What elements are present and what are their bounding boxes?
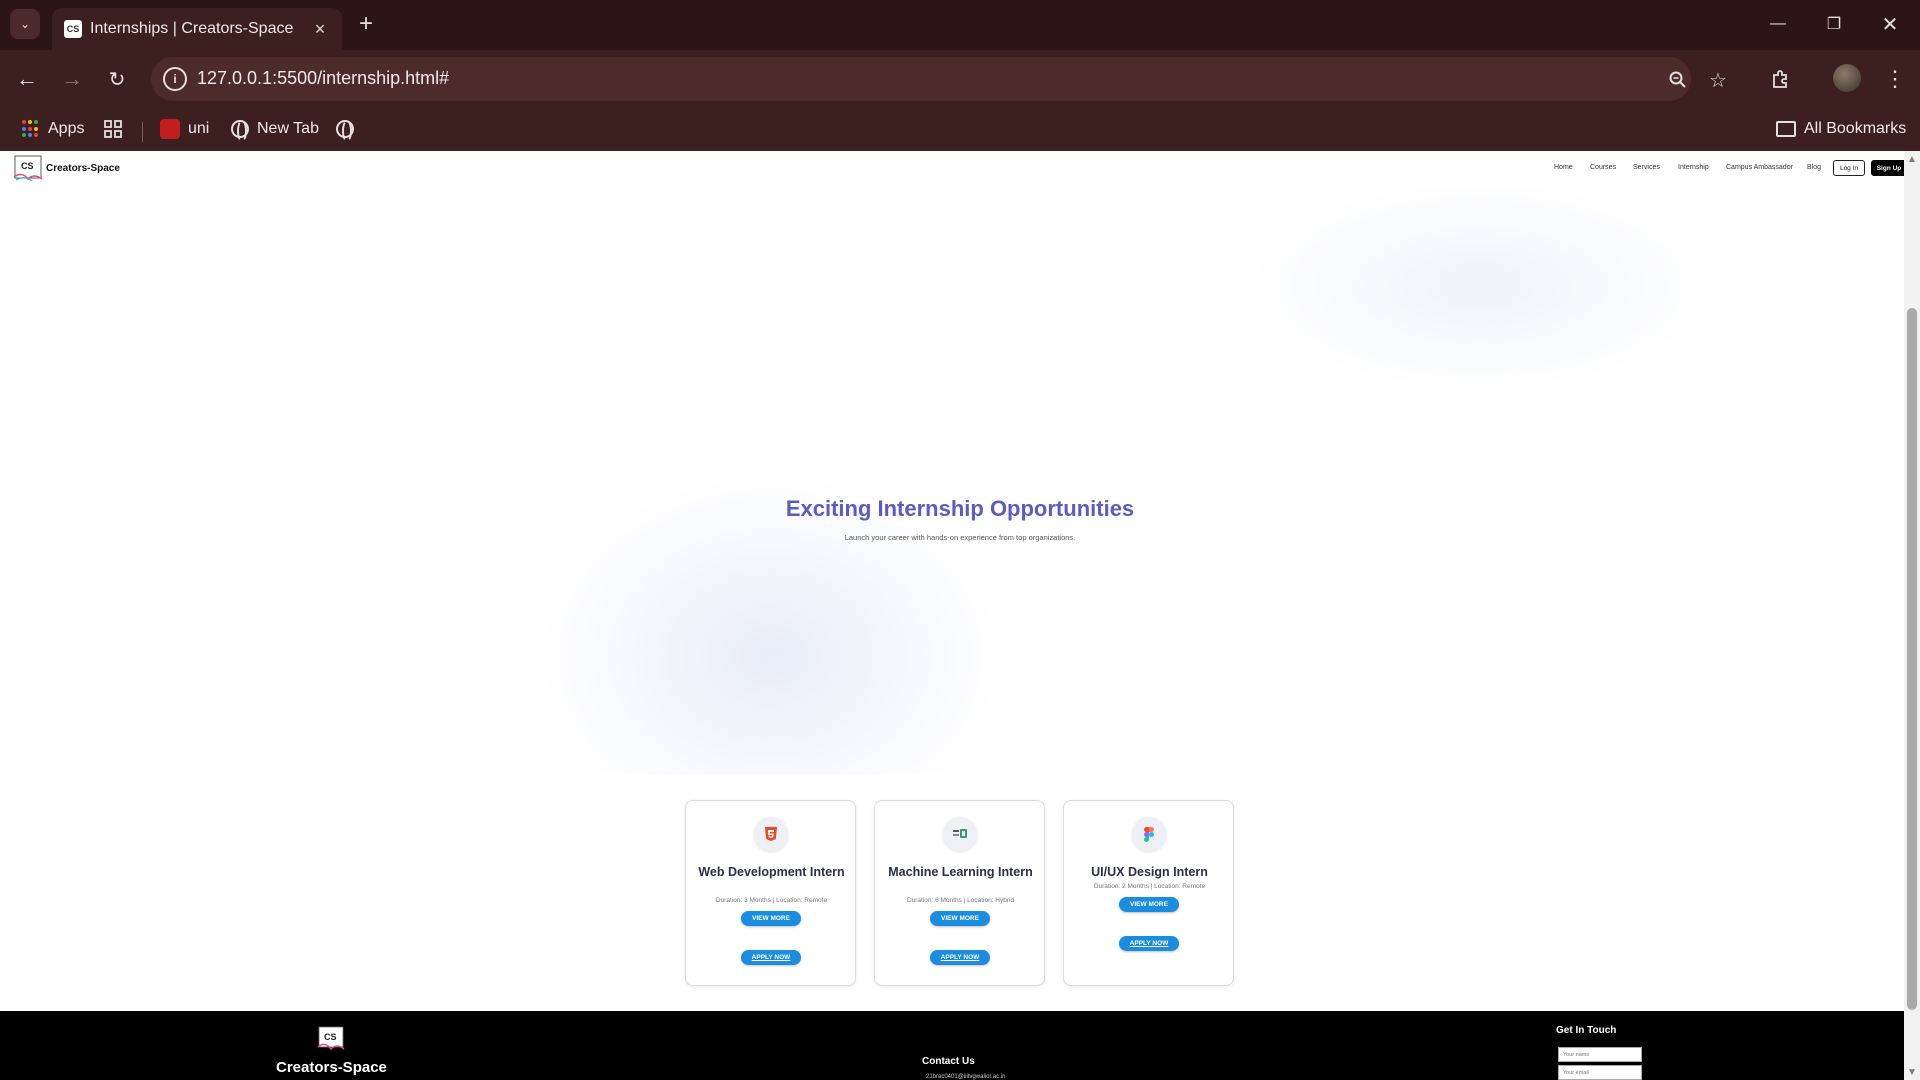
bookmarks-separator xyxy=(142,122,143,142)
internship-card-web-development: Web Development Intern Duration: 3 Month… xyxy=(685,800,856,986)
footer-logo-icon: CS xyxy=(317,1026,345,1051)
extensions-puzzle-icon[interactable] xyxy=(1766,64,1796,94)
card-title: Machine Learning Intern xyxy=(888,865,1033,879)
scroll-up-icon[interactable]: ▲ xyxy=(1906,153,1918,165)
bookmark-new-tab[interactable]: New Tab xyxy=(231,116,319,142)
footer-brand: Creators-Space xyxy=(276,1059,387,1076)
bookmark-uni-label: uni xyxy=(188,120,210,137)
profile-avatar[interactable] xyxy=(1833,64,1861,92)
view-more-button[interactable]: VIEW MORE xyxy=(1119,897,1179,912)
zoom-icon[interactable] xyxy=(1665,67,1691,93)
apps-grid-icon xyxy=(22,120,40,138)
signup-button[interactable]: Sign Up xyxy=(1871,160,1907,176)
site-brand[interactable]: Creators-Space xyxy=(46,163,120,174)
bookmark-star-icon[interactable]: ☆ xyxy=(1705,67,1731,93)
creators-space-logo-icon[interactable]: CS xyxy=(12,153,44,183)
scroll-thumb[interactable] xyxy=(1907,308,1917,1010)
hero-subtitle: Launch your career with hands-on experie… xyxy=(844,533,1076,542)
restore-icon[interactable]: ❐ xyxy=(1814,10,1854,38)
tab-search-chevron-icon[interactable]: ⌄ xyxy=(10,9,40,39)
address-bar[interactable]: i 127.0.0.1:5500/internship.html# ☆ xyxy=(151,57,1727,101)
footer-contact-title: Contact Us xyxy=(922,1056,975,1067)
card-meta: Duration: 3 Months | Location: Remote xyxy=(715,897,828,904)
svg-text:CS: CS xyxy=(324,1032,337,1042)
footer-get-in-touch: Get In Touch xyxy=(1556,1025,1617,1036)
folder-icon xyxy=(1776,121,1796,137)
login-button[interactable]: Log In xyxy=(1833,160,1865,176)
footer-email[interactable]: 21brac0401@iiitvgwalior.ac.in xyxy=(926,1074,1005,1080)
forward-arrow-icon[interactable]: → xyxy=(57,64,87,94)
card-title: Web Development Intern xyxy=(698,865,845,879)
hero-title: Exciting Internship Opportunities xyxy=(785,496,1135,521)
nav-home[interactable]: Home xyxy=(1554,164,1573,171)
browser-chrome: ⌄ CS Internships | Creators-Space × + — … xyxy=(0,0,1920,151)
view-more-button[interactable]: VIEW MORE xyxy=(930,911,990,926)
reload-icon[interactable]: ↻ xyxy=(102,64,132,94)
globe-icon xyxy=(231,120,249,142)
all-bookmarks-label: All Bookmarks xyxy=(1804,120,1907,137)
kebab-menu-icon[interactable]: ⋮ xyxy=(1880,64,1910,94)
bookmark-apps[interactable]: Apps xyxy=(22,116,84,142)
hero-section xyxy=(0,186,1904,774)
apply-now-button[interactable]: APPLY NOW xyxy=(741,950,801,965)
card-meta: Duration: 2 Months | Location: Remote xyxy=(1093,883,1206,890)
site-footer: CS Creators-Space Contact Us 21brac0401@… xyxy=(0,1011,1904,1080)
url-text[interactable]: 127.0.0.1:5500/internship.html# xyxy=(197,68,449,89)
machine-learning-icon xyxy=(943,817,977,851)
card-title: UI/UX Design Intern xyxy=(1091,865,1208,879)
figma-icon xyxy=(1132,817,1166,851)
window-close-icon[interactable]: ✕ xyxy=(1870,10,1910,38)
apply-now-button[interactable]: APPLY NOW xyxy=(1119,936,1179,951)
back-arrow-icon[interactable]: ← xyxy=(12,64,42,94)
tab-groups-icon[interactable] xyxy=(104,116,122,142)
footer-email-input[interactable] xyxy=(1558,1065,1642,1080)
nav-blog[interactable]: Blog xyxy=(1807,164,1821,171)
active-tab[interactable]: CS Internships | Creators-Space × xyxy=(52,8,342,50)
site-header: CS Creators-Space Home Courses Services … xyxy=(0,151,1907,186)
bookmark-uni[interactable]: uni xyxy=(160,116,209,142)
internship-card-machine-learning: Machine Learning Intern Duration: 6 Mont… xyxy=(874,800,1045,986)
apply-now-button[interactable]: APPLY NOW xyxy=(930,950,990,965)
view-more-button[interactable]: VIEW MORE xyxy=(741,911,801,926)
bookmarks-bar: Apps uni New Tab All Bookmarks xyxy=(0,108,1920,151)
footer-name-input[interactable] xyxy=(1558,1047,1642,1062)
uni-favicon-icon xyxy=(160,119,180,139)
nav-services[interactable]: Services xyxy=(1633,164,1660,171)
page-viewport: CS Creators-Space Home Courses Services … xyxy=(0,151,1920,1080)
internship-card-ui-ux-design: UI/UX Design Intern Duration: 2 Months |… xyxy=(1063,800,1234,986)
all-bookmarks[interactable]: All Bookmarks xyxy=(1776,116,1906,142)
tab-favicon-icon: CS xyxy=(64,20,82,38)
bookmark-globe[interactable] xyxy=(336,116,354,142)
bookmark-new-tab-label: New Tab xyxy=(257,120,319,137)
svg-text:CS: CS xyxy=(21,161,34,171)
tab-title: Internships | Creators-Space xyxy=(90,20,294,37)
minimize-icon[interactable]: — xyxy=(1758,10,1798,38)
tab-strip: ⌄ CS Internships | Creators-Space × + — … xyxy=(0,0,1920,50)
globe-icon xyxy=(336,120,354,142)
bookmark-apps-label: Apps xyxy=(48,120,85,137)
tab-close-icon[interactable]: × xyxy=(308,17,332,41)
nav-campus-ambassador[interactable]: Campus Ambassador xyxy=(1726,164,1793,171)
nav-internship[interactable]: Internship xyxy=(1678,164,1709,171)
card-meta: Duration: 6 Months | Location: Hybrid xyxy=(906,897,1015,904)
nav-courses[interactable]: Courses xyxy=(1590,164,1616,171)
site-info-icon[interactable]: i xyxy=(163,67,187,91)
html5-icon xyxy=(754,817,788,851)
page-scrollbar[interactable]: ▲ ▼ xyxy=(1904,151,1920,1080)
browser-toolbar: ← → ↻ i 127.0.0.1:5500/internship.html# … xyxy=(0,50,1920,108)
new-tab-plus-icon[interactable]: + xyxy=(352,10,380,38)
scroll-down-icon[interactable]: ▼ xyxy=(1906,1066,1918,1078)
